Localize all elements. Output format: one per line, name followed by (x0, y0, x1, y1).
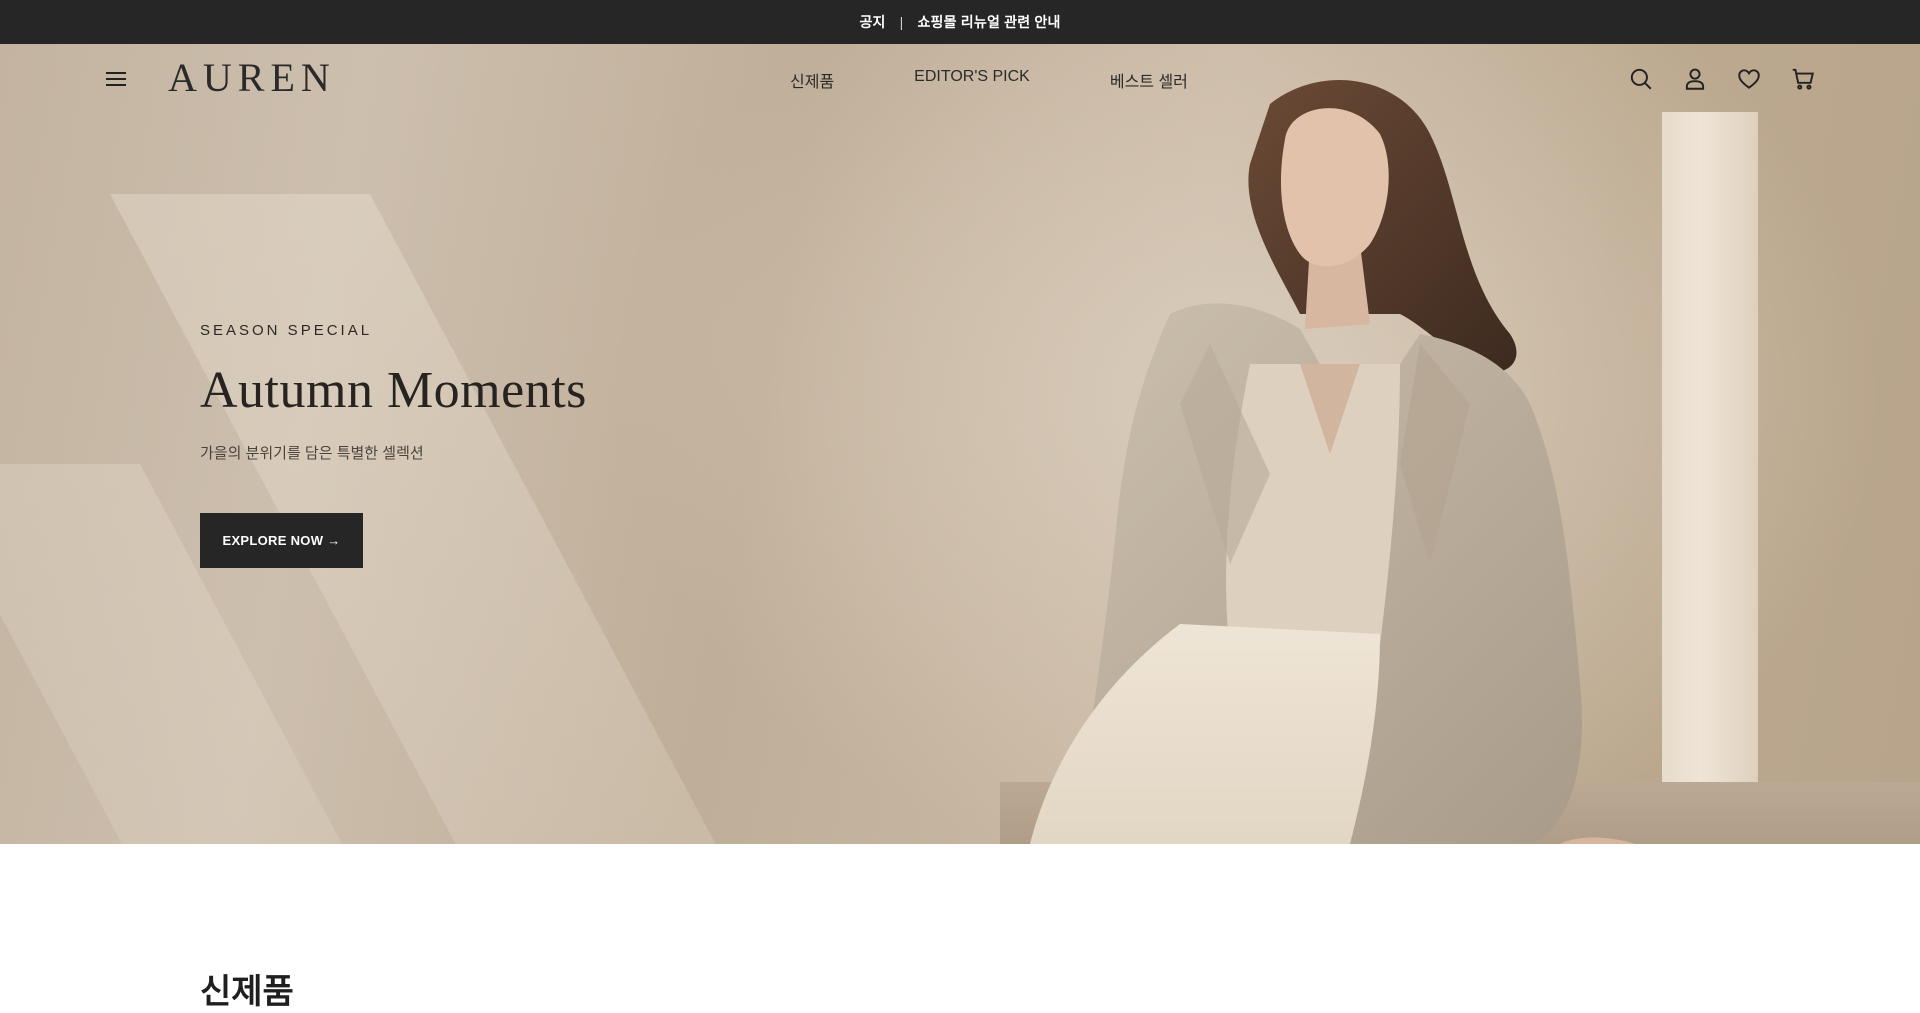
hero-copy: SEASON SPECIAL Autumn Moments 가을의 분위기를 담… (200, 322, 587, 463)
hero-subtitle: 가을의 분위기를 담은 특별한 셀렉션 (200, 445, 424, 462)
cart-icon[interactable] (1790, 66, 1816, 92)
search-icon[interactable] (1628, 66, 1654, 92)
explore-now-button[interactable]: EXPLORE NOW → (200, 513, 363, 568)
hero-title: Autumn Moments (200, 362, 587, 419)
heart-icon[interactable] (1736, 66, 1762, 92)
notice-message[interactable]: 쇼핑몰 리뉴얼 관련 안내 (917, 12, 1060, 32)
brand-logo[interactable]: AUREN (168, 54, 336, 101)
hero-eyebrow: SEASON SPECIAL (200, 322, 373, 339)
site-header: AUREN 신제품 EDITOR'S PICK 베스트 셀러 (0, 44, 1920, 114)
user-icon[interactable] (1682, 66, 1708, 92)
notice-bar[interactable]: 공지 | 쇼핑몰 리뉴얼 관련 안내 (0, 0, 1920, 44)
nav-item-new-arrivals[interactable]: 신제품 (790, 68, 834, 92)
section-title-new-arrivals: 신제품 (200, 973, 294, 1011)
notice-label: 공지 (859, 14, 886, 30)
notice-separator: | (899, 14, 904, 30)
nav-item-editors-pick[interactable]: EDITOR'S PICK (914, 68, 1030, 92)
nav-item-best-seller[interactable]: 베스트 셀러 (1110, 68, 1188, 92)
hamburger-menu-icon[interactable] (104, 68, 128, 90)
main-nav: 신제품 EDITOR'S PICK 베스트 셀러 (790, 68, 1268, 92)
header-actions (1628, 66, 1844, 92)
